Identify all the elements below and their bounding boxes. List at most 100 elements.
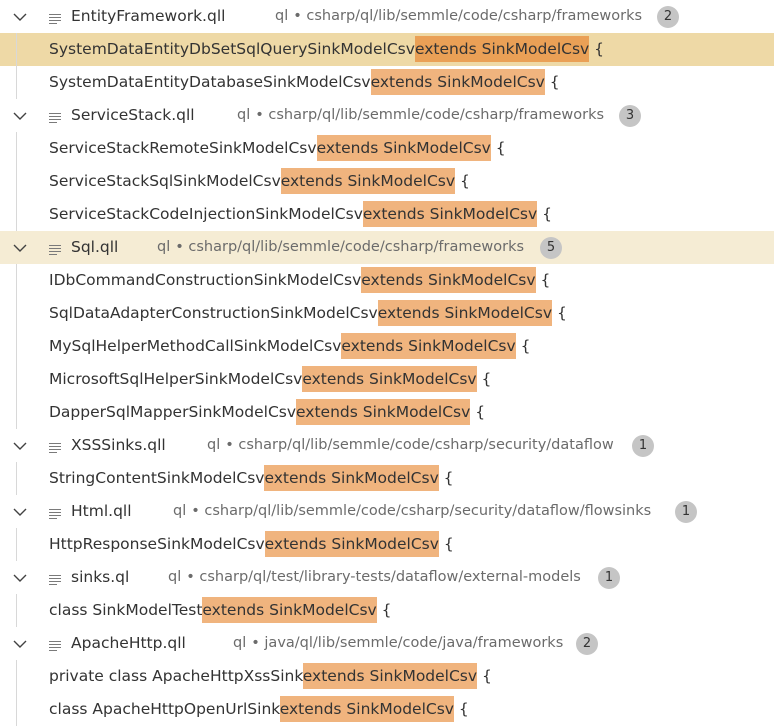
match-prefix: class ApacheHttpOpenUrlSink [49, 700, 280, 718]
search-match-row[interactable]: ServiceStackRemoteSinkModelCsvextends Si… [0, 132, 774, 165]
match-prefix: ServiceStackRemoteSinkModelCsv [49, 139, 317, 157]
match-suffix: { [544, 73, 560, 91]
match-highlight: extends SinkModelCsv [414, 36, 590, 62]
chevron-down-icon[interactable] [11, 437, 29, 455]
file-name: ServiceStack.qll [71, 106, 195, 124]
match-count-badge: 2 [576, 633, 598, 655]
chevron-down-icon[interactable] [11, 569, 29, 587]
tree-indent-guide [16, 693, 17, 726]
search-match-row[interactable]: SystemDataEntityDbSetSqlQuerySinkModelCs… [0, 33, 774, 66]
search-match-row[interactable]: MicrosoftSqlHelperSinkModelCsvextends Si… [0, 363, 774, 396]
file-path: java/ql/lib/semmle/code/java/frameworks [264, 635, 564, 651]
search-match-row[interactable]: StringContentSinkModelCsvextends SinkMod… [0, 462, 774, 495]
match-line-text: class ApacheHttpOpenUrlSinkextends SinkM… [49, 693, 469, 726]
match-suffix: { [438, 535, 454, 553]
match-prefix: MicrosoftSqlHelperSinkModelCsv [49, 370, 303, 388]
path-separator: • [191, 503, 205, 519]
match-highlight: extends SinkModelCsv [370, 69, 545, 95]
match-prefix: HttpResponseSinkModelCsv [49, 535, 265, 553]
search-match-row[interactable]: IDbCommandConstructionSinkModelCsvextend… [0, 264, 774, 297]
file-location: ql • java/ql/lib/semmle/code/java/framewo… [233, 627, 563, 660]
search-match-row[interactable]: class ApacheHttpOpenUrlSinkextends SinkM… [0, 693, 774, 726]
file-source: ql [233, 635, 247, 651]
match-suffix: { [453, 700, 469, 718]
match-prefix: ServiceStackCodeInjectionSinkModelCsv [49, 205, 363, 223]
match-line-text: ServiceStackCodeInjectionSinkModelCsvext… [49, 198, 552, 231]
file-group-header[interactable]: Html.qll ql • csharp/ql/lib/semmle/code/cs… [0, 495, 774, 528]
file-name: ApacheHttp.qll [71, 634, 186, 652]
search-match-row[interactable]: HttpResponseSinkModelCsvextends SinkMode… [0, 528, 774, 561]
match-line-text: MySqlHelperMethodCallSinkModelCsvextends… [49, 330, 530, 363]
match-highlight: extends SinkModelCsv [280, 168, 456, 194]
chevron-down-icon[interactable] [11, 8, 29, 26]
file-path: csharp/ql/lib/semmle/code/csharp/framewo… [188, 239, 525, 255]
match-prefix: private class ApacheHttpXssSink [49, 667, 303, 685]
chevron-down-icon[interactable] [11, 239, 29, 257]
tree-indent-guide [16, 363, 17, 396]
file-location: ql • csharp/ql/lib/semmle/code/csharp/fra… [237, 99, 604, 132]
file-lines-icon [48, 637, 62, 652]
match-suffix: { [470, 403, 486, 421]
match-count-badge: 3 [619, 105, 641, 127]
match-count-badge: 1 [632, 435, 654, 457]
match-suffix: { [438, 469, 454, 487]
file-lines-icon [48, 10, 62, 25]
file-group-header[interactable]: ServiceStack.qll ql • csharp/ql/lib/semmle… [0, 99, 774, 132]
match-highlight: extends SinkModelCsv [279, 696, 454, 722]
match-prefix: ServiceStackSqlSinkModelCsv [49, 172, 281, 190]
match-line-text: private class ApacheHttpXssSinkextends S… [49, 660, 492, 693]
file-lines-icon [48, 109, 62, 124]
file-group-header[interactable]: XSSSinks.qll ql • csharp/ql/lib/semmle/cod… [0, 429, 774, 462]
chevron-down-icon[interactable] [11, 107, 29, 125]
search-match-row[interactable]: ServiceStackSqlSinkModelCsvextends SinkM… [0, 165, 774, 198]
file-location: ql • csharp/ql/lib/semmle/code/csharp/sec… [207, 429, 614, 462]
match-prefix: SqlDataAdapterConstructionSinkModelCsv [49, 304, 378, 322]
search-match-row[interactable]: class SinkModelTestextends SinkModelCsv … [0, 594, 774, 627]
match-count-badge: 1 [598, 567, 620, 589]
file-group-header[interactable]: ApacheHttp.qll ql • java/ql/lib/semmle/cod… [0, 627, 774, 660]
match-prefix: StringContentSinkModelCsv [49, 469, 265, 487]
file-path: csharp/ql/lib/semmle/code/csharp/securit… [204, 503, 652, 519]
file-path: csharp/ql/lib/semmle/code/csharp/framewo… [306, 8, 643, 24]
match-highlight: extends SinkModelCsv [362, 201, 538, 227]
search-match-row[interactable]: SystemDataEntityDatabaseSinkModelCsvexte… [0, 66, 774, 99]
match-highlight: extends SinkModelCsv [316, 135, 491, 161]
match-suffix: { [376, 601, 392, 619]
match-highlight: extends SinkModelCsv [264, 531, 439, 557]
match-highlight: extends SinkModelCsv [341, 333, 516, 359]
match-suffix: { [455, 172, 470, 190]
search-match-row[interactable]: DapperSqlMapperSinkModelCsvextends SinkM… [0, 396, 774, 429]
match-line-text: ServiceStackRemoteSinkModelCsvextends Si… [49, 132, 506, 165]
file-path: csharp/ql/lib/semmle/code/csharp/framewo… [268, 107, 605, 123]
match-line-text: StringContentSinkModelCsvextends SinkMod… [49, 462, 454, 495]
match-highlight: extends SinkModelCsv [302, 366, 477, 392]
tree-indent-guide [16, 33, 17, 66]
search-match-row[interactable]: SqlDataAdapterConstructionSinkModelCsvex… [0, 297, 774, 330]
file-source: ql [207, 437, 221, 453]
chevron-down-icon[interactable] [11, 635, 29, 653]
tree-indent-guide [16, 264, 17, 297]
match-highlight: extends SinkModelCsv [296, 399, 471, 425]
file-lines-icon [48, 571, 62, 586]
match-prefix: class SinkModelTest [49, 601, 203, 619]
search-match-row[interactable]: private class ApacheHttpXssSinkextends S… [0, 660, 774, 693]
file-name: Sql.qll [71, 238, 119, 256]
match-suffix: { [477, 667, 492, 685]
search-match-row[interactable]: MySqlHelperMethodCallSinkModelCsvextends… [0, 330, 774, 363]
match-highlight: extends SinkModelCsv [377, 300, 553, 326]
file-location: ql • csharp/ql/lib/semmle/code/csharp/sec… [173, 495, 651, 528]
file-source: ql [157, 239, 171, 255]
chevron-down-icon[interactable] [11, 503, 29, 521]
file-group-header[interactable]: EntityFramework.qll ql • csharp/ql/lib/sem… [0, 0, 774, 33]
match-line-text: MicrosoftSqlHelperSinkModelCsvextends Si… [49, 363, 491, 396]
match-suffix: { [515, 337, 531, 355]
match-count-badge: 1 [675, 501, 697, 523]
file-group-header[interactable]: sinks.ql ql • csharp/ql/test/library-tests… [0, 561, 774, 594]
file-lines-icon [48, 505, 62, 520]
match-count-badge: 2 [657, 6, 679, 28]
file-name: XSSSinks.qll [71, 436, 166, 454]
file-group-header[interactable]: Sql.qll ql • csharp/ql/lib/semmle/code/csh… [0, 231, 774, 264]
tree-indent-guide [16, 528, 17, 561]
search-match-row[interactable]: ServiceStackCodeInjectionSinkModelCsvext… [0, 198, 774, 231]
path-separator: • [175, 239, 189, 255]
